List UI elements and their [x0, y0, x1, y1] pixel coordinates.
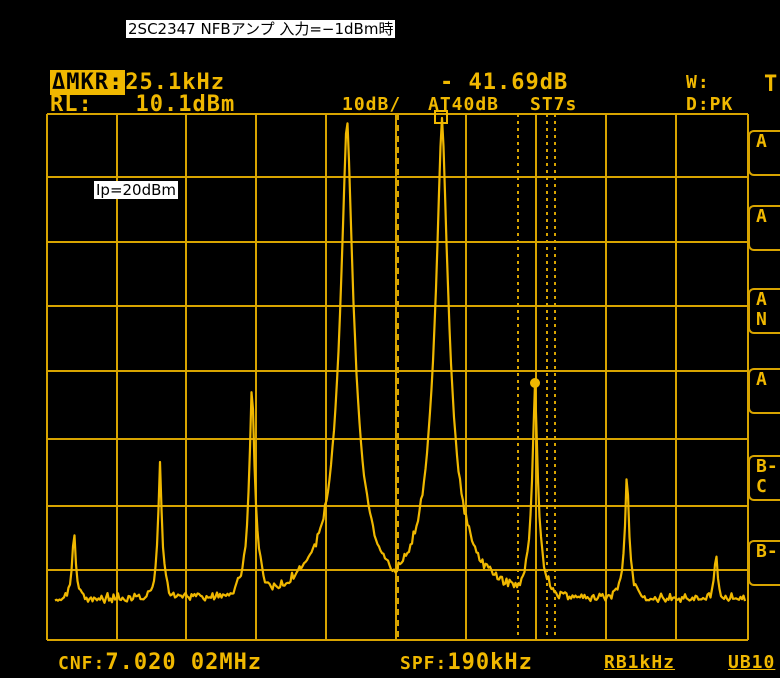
- center-freq-readout: CNF:7.020 02MHz: [58, 652, 262, 674]
- sweep-readout: ST7s: [530, 94, 578, 115]
- atten-readout: AT40dB: [428, 94, 500, 115]
- title-annotation: 2SC2347 NFBアンプ 入力=−1dBm時: [126, 20, 396, 38]
- ref-level-label: RL:: [50, 92, 93, 117]
- span-value: 190kHz: [447, 650, 533, 675]
- span-label: SPF:: [400, 653, 448, 674]
- vbw-readout: UB10: [728, 652, 776, 673]
- ref-level-value: 10.1dBm: [135, 92, 236, 117]
- top-right-readout: T: [764, 72, 779, 97]
- ref-level-readout: RL: 10.1dBm: [50, 94, 235, 116]
- center-freq-label: CNF:: [58, 653, 106, 674]
- softkey-2[interactable]: A: [748, 205, 780, 251]
- softkey-6[interactable]: B-: [748, 540, 780, 586]
- detector-readout: D:PK: [686, 94, 734, 115]
- softkey-5[interactable]: B- C: [748, 455, 780, 501]
- window-readout: W:: [686, 72, 710, 93]
- center-freq-value: 7.020 02MHz: [105, 650, 263, 675]
- delta-marker-dot: [530, 378, 540, 388]
- softkey-1[interactable]: A: [748, 130, 780, 176]
- softkey-4[interactable]: A: [748, 368, 780, 414]
- marker-readout: ΔMKR:25.1kHz: [50, 70, 225, 95]
- softkey-3[interactable]: AN: [748, 288, 780, 334]
- span-readout: SPF:190kHz: [400, 652, 533, 674]
- scale-readout: 10dB/: [342, 94, 402, 115]
- ip-annotation: Ip=20dBm: [94, 181, 179, 199]
- marker-level: - 41.69dB: [440, 70, 569, 95]
- rbw-readout: RB1kHz: [604, 652, 676, 673]
